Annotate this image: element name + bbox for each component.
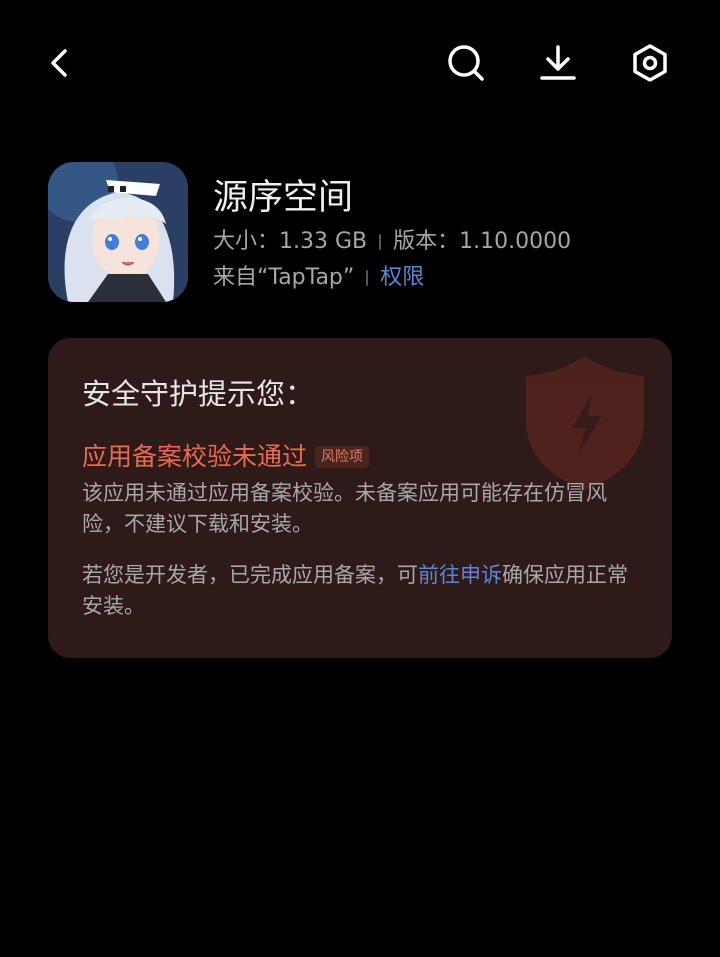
version-value: 1.10.0000 (459, 229, 572, 254)
permissions-link[interactable]: 权限 (380, 263, 424, 293)
download-button[interactable] (530, 35, 586, 91)
developer-note: 若您是开发者，已完成应用备案，可前往申诉确保应用正常安装。 (82, 560, 647, 622)
back-button[interactable] (32, 35, 88, 91)
shield-lightning-icon (526, 356, 644, 490)
back-arrow-icon (51, 49, 67, 77)
search-icon (448, 45, 484, 81)
app-header: 源序空间 大小： 1.33 GB 版本： 1.10.0000 来自“TapTap… (48, 162, 678, 307)
risk-title: 应用备案校验未通过 (82, 442, 308, 471)
search-button[interactable] (438, 35, 494, 91)
security-warning-card: 安全守护提示您： 应用备案校验未通过 风险项 该应用未通过应用备案校验。未备案应… (48, 338, 672, 658)
app-source: 来自“TapTap” (213, 265, 355, 290)
download-icon (540, 45, 576, 80)
risk-description: 该应用未通过应用备案校验。未备案应用可能存在仿冒风险，不建议下载和安装。 (82, 481, 607, 536)
risk-badge: 风险项 (315, 446, 370, 468)
app-name: 源序空间 (213, 178, 354, 218)
app-source-row: 来自“TapTap” 权限 (213, 263, 424, 293)
app-size-version-row: 大小： 1.33 GB 版本： 1.10.0000 (213, 227, 571, 257)
developer-note-prefix: 若您是开发者，已完成应用备案，可 (82, 563, 418, 587)
size-label: 大小： (213, 229, 280, 254)
risk-row: 应用备案校验未通过 风险项 (82, 440, 370, 474)
meta-divider (379, 234, 382, 250)
size-value: 1.33 GB (279, 229, 368, 254)
app-icon (48, 162, 188, 302)
appeal-link[interactable]: 前往申诉 (418, 563, 502, 587)
security-title: 安全守护提示您： (82, 377, 315, 411)
meta-divider (366, 270, 369, 286)
settings-hex-icon (633, 44, 667, 82)
version-label: 版本： (393, 229, 460, 254)
settings-button[interactable] (622, 35, 678, 91)
top-bar (0, 0, 720, 130)
